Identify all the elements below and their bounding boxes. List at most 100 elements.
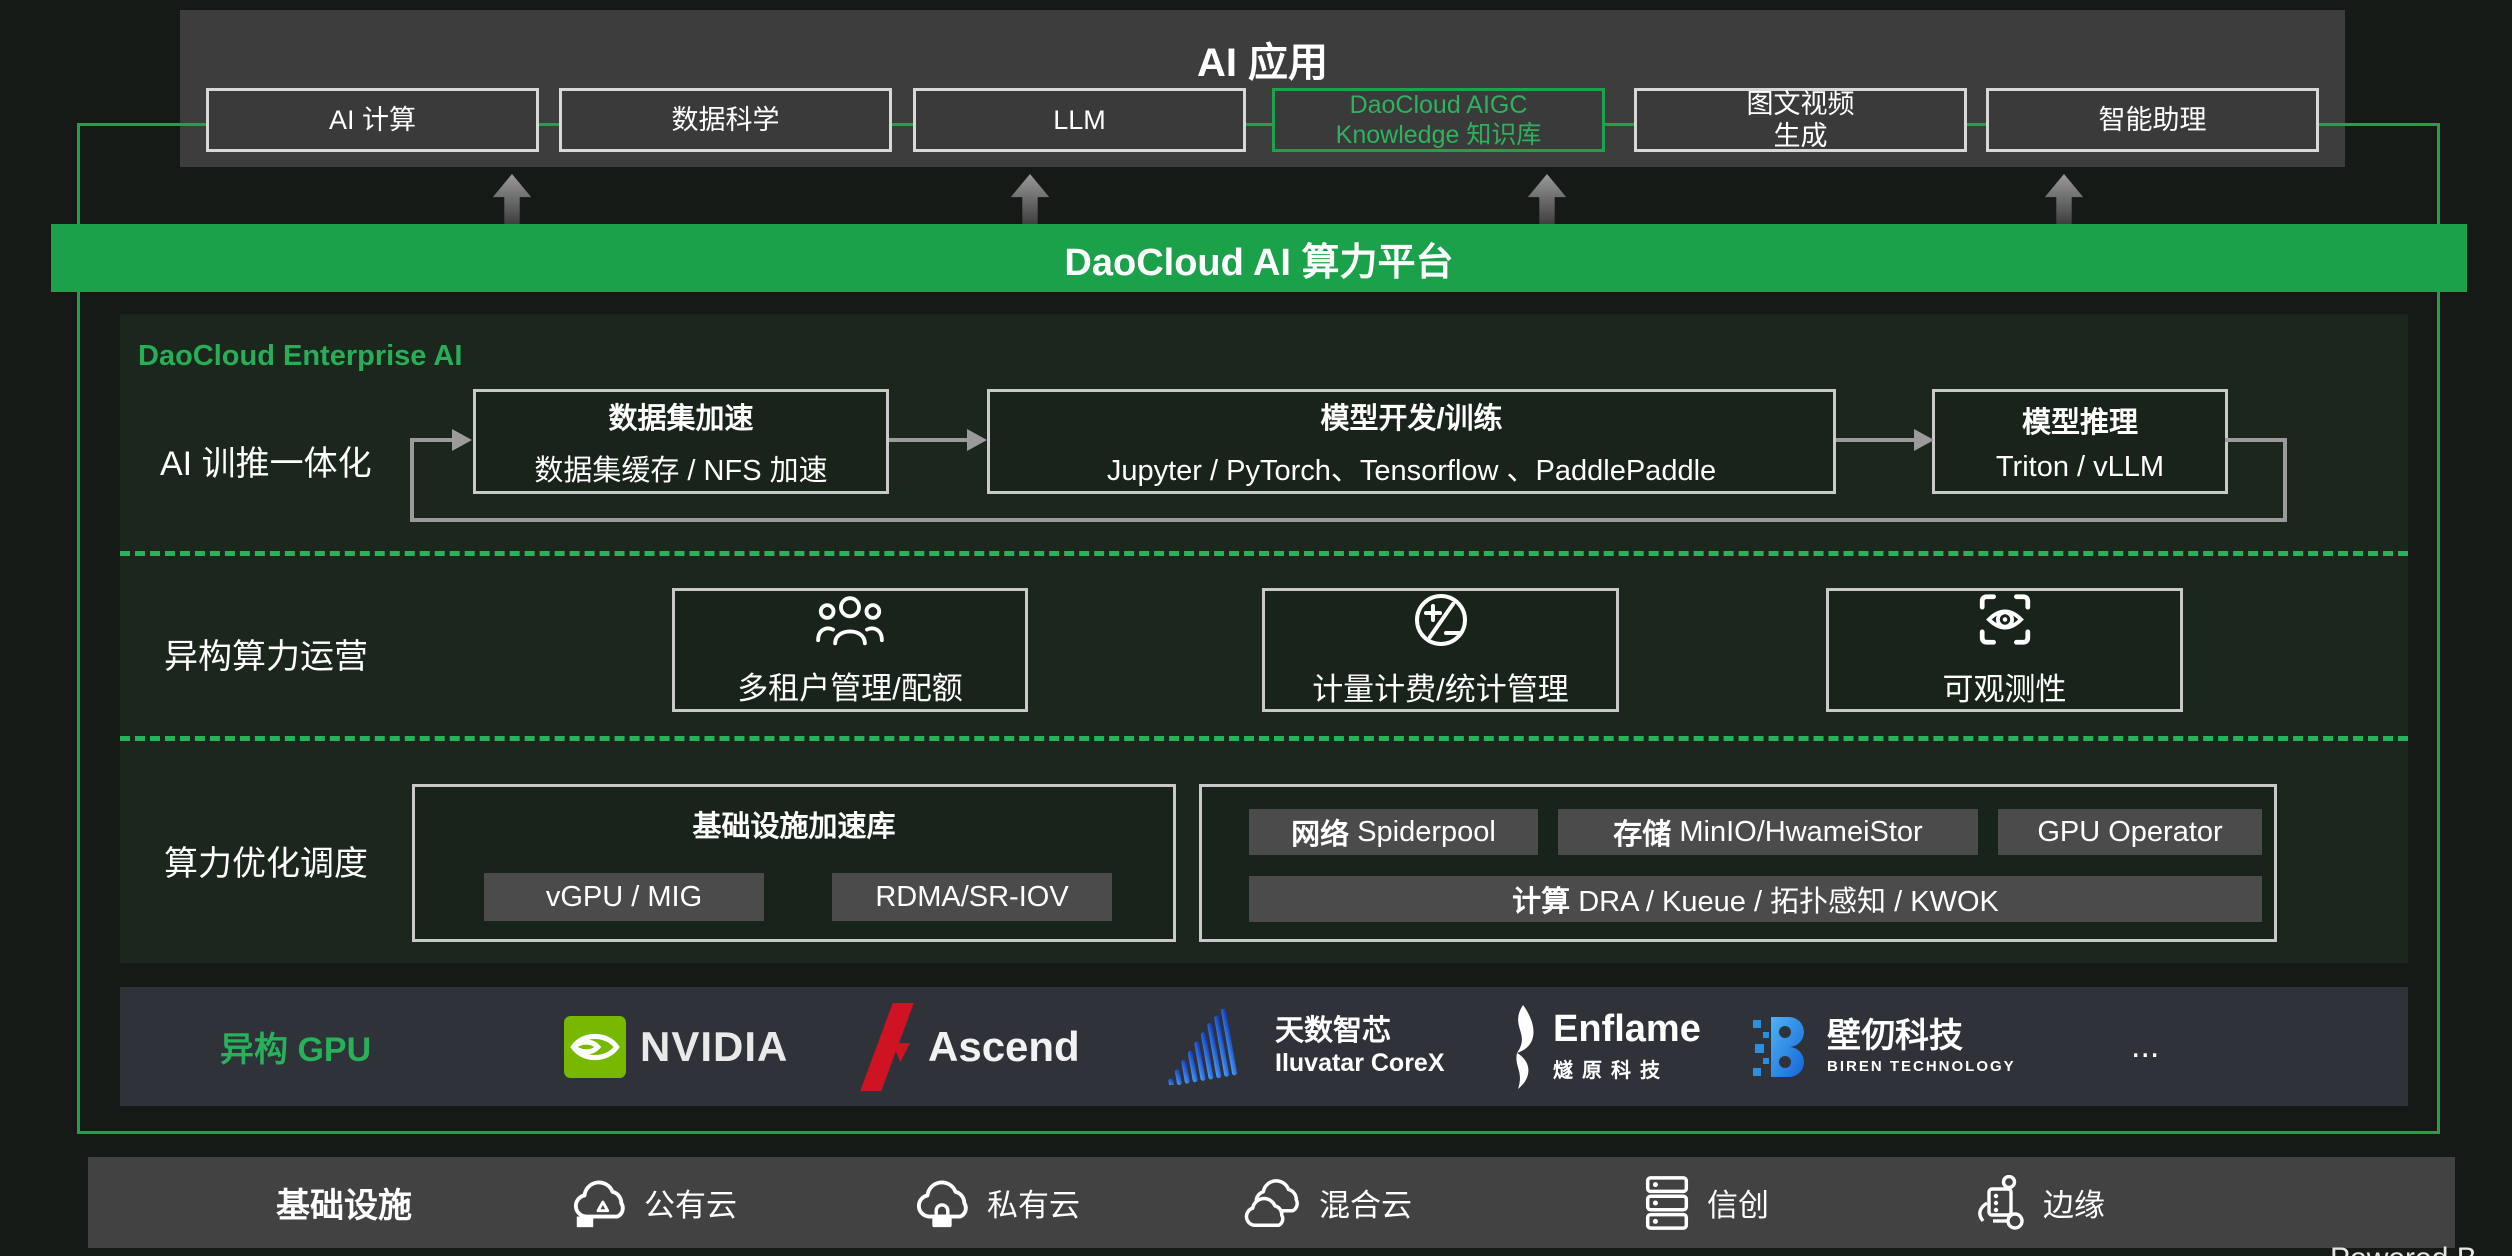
enterprise-panel: DaoCloud Enterprise AI AI 训推一体化 数据集加速 数据…: [120, 314, 2408, 963]
iluvatar-logo-icon: [1165, 1009, 1261, 1085]
chip-label: vGPU / MIG: [546, 881, 702, 914]
row-label-scheduling: 算力优化调度: [164, 836, 368, 885]
loop-line: [410, 438, 414, 522]
ai-apps-title: AI 应用: [180, 30, 2345, 88]
loop-line: [2225, 438, 2287, 442]
app-box-label: 智能助理: [2099, 104, 2207, 136]
vendor-biren: 壁仞科技 BIREN TECHNOLOGY: [1751, 987, 2016, 1106]
private-cloud-icon: [913, 1177, 971, 1229]
app-box-data-science: 数据科学: [559, 88, 892, 152]
enterprise-title: DaoCloud Enterprise AI: [138, 340, 462, 373]
box-title: 模型开发/训练: [1320, 395, 1502, 437]
arrow-up-icon: [2044, 174, 2084, 224]
infra-item-label: 混合云: [1319, 1180, 1412, 1225]
chip-vgpu-mig: vGPU / MIG: [484, 873, 764, 921]
arrow-up-icon: [492, 174, 532, 224]
chip-label: Spiderpool: [1349, 816, 1496, 849]
platform-banner: DaoCloud AI 算力平台: [51, 224, 2467, 292]
chip-label-bold: 计算: [1512, 878, 1570, 920]
app-box-image-video-gen: 图文视频 生成: [1634, 88, 1967, 152]
box-model-inference: 模型推理 Triton / vLLM: [1932, 389, 2228, 494]
box-subtitle: Triton / vLLM: [1996, 451, 2164, 484]
chip-compute-scheduling: 计算 DRA / Kueue / 拓扑感知 / KWOK: [1249, 876, 2262, 922]
group-infra-acceleration: 基础设施加速库 vGPU / MIG RDMA/SR-IOV: [412, 784, 1176, 942]
connector-line: [1836, 438, 1914, 442]
arrow-up-icon: [1527, 174, 1567, 224]
vendor-nvidia: NVIDIA: [564, 987, 788, 1106]
user-group-icon: [816, 593, 884, 647]
app-box-label: LLM: [1053, 104, 1106, 136]
loop-line: [410, 438, 454, 442]
box-label: 计量计费/统计管理: [1312, 664, 1569, 709]
vendor-name-cn: 壁仞科技: [1827, 1019, 2016, 1053]
row-label-compute-ops: 异构算力运营: [164, 629, 368, 678]
box-subtitle: 数据集缓存 / NFS 加速: [534, 447, 827, 489]
chip-gpu-operator: GPU Operator: [1998, 809, 2262, 855]
chip-label: DRA / Kueue / 拓扑感知 / KWOK: [1570, 878, 1999, 920]
daocloud-ai-architecture-diagram: AI 应用 AI 计算 数据科学 LLM DaoCloud AIGC Knowl…: [0, 0, 2512, 1256]
loop-line: [2283, 438, 2287, 522]
infra-item-hybrid-cloud: 混合云: [1243, 1157, 1412, 1248]
box-model-dev-training: 模型开发/训练 Jupyter / PyTorch、Tensorflow 、Pa…: [987, 389, 1836, 494]
box-label: 多租户管理/配额: [737, 663, 963, 708]
box-title: 模型推理: [2022, 399, 2138, 441]
box-multitenancy-quota: 多租户管理/配额: [672, 588, 1028, 712]
vendor-name-cn: 天数智芯: [1275, 1015, 1445, 1048]
vendor-enflame: Enflame 燧原科技: [1503, 987, 1701, 1106]
arrow-right-icon: [452, 429, 472, 451]
box-subtitle: Jupyter / PyTorch、Tensorflow 、PaddlePadd…: [1107, 447, 1716, 489]
nvidia-logo-icon: [564, 1016, 626, 1078]
enflame-logo-icon: [1503, 1005, 1539, 1089]
chip-rdma-sriov: RDMA/SR-IOV: [832, 873, 1112, 921]
edge-icon: [1971, 1175, 2027, 1231]
infra-item-edge: 边缘: [1971, 1157, 2105, 1248]
biren-logo-icon: [1751, 1014, 1813, 1080]
infra-item-xinchuang: 信创: [1643, 1157, 1769, 1248]
box-label: 可观测性: [1943, 664, 2067, 709]
hybrid-cloud-icon: [1243, 1177, 1303, 1229]
vendor-ascend: Ascend: [860, 987, 1080, 1106]
ascend-logo-icon: [860, 1003, 914, 1091]
server-stack-icon: [1643, 1175, 1691, 1231]
arrow-right-icon: [967, 429, 987, 451]
arrow-up-icon: [1010, 174, 1050, 224]
gpu-vendor-strip: 异构 GPU NVIDIA Ascend: [120, 987, 2408, 1106]
vendor-name-cn: 燧原科技: [1553, 1054, 1701, 1083]
vendor-name: Ascend: [928, 1023, 1080, 1071]
app-box-label-line1: DaoCloud AIGC: [1350, 90, 1528, 120]
gpu-strip-label: 异构 GPU: [220, 987, 371, 1106]
box-observability: 可观测性: [1826, 588, 2183, 712]
vendor-more-ellipsis: ...: [2131, 987, 2159, 1106]
vendor-iluvatar: 天数智芯 Iluvatar CoreX: [1165, 987, 1445, 1106]
chip-network-spiderpool: 网络 Spiderpool: [1249, 809, 1538, 855]
app-box-label: AI 计算: [329, 104, 416, 136]
chip-storage-minio: 存储 MinIO/HwameiStor: [1558, 809, 1978, 855]
infra-item-label: 私有云: [987, 1180, 1080, 1225]
box-title: 数据集加速: [608, 395, 753, 437]
box-metering-billing: 计量计费/统计管理: [1262, 588, 1619, 712]
dashed-divider: [120, 736, 2408, 741]
public-cloud-icon: [570, 1177, 628, 1229]
app-box-label-line2: Knowledge 知识库: [1336, 120, 1542, 150]
box-dataset-acceleration: 数据集加速 数据集缓存 / NFS 加速: [473, 389, 889, 494]
observability-eye-icon: [1975, 591, 2035, 648]
row-label-train-infer: AI 训推一体化: [160, 436, 372, 485]
vendor-name-en: BIREN TECHNOLOGY: [1827, 1058, 2016, 1075]
group-title: 基础设施加速库: [415, 803, 1173, 845]
app-box-label-line1: 图文视频: [1747, 88, 1855, 120]
infra-item-label: 边缘: [2043, 1180, 2105, 1225]
arrow-right-icon: [1914, 429, 1934, 451]
powered-by-partial: Powered B: [2330, 1242, 2477, 1256]
infra-item-label: 公有云: [644, 1180, 737, 1225]
app-box-aigc-knowledge: DaoCloud AIGC Knowledge 知识库: [1272, 88, 1605, 152]
connector-line: [889, 438, 967, 442]
app-box-label: 数据科学: [672, 104, 780, 136]
infra-item-public-cloud: 公有云: [570, 1157, 737, 1248]
infrastructure-bar: 基础设施 公有云 私有云 混合云: [88, 1157, 2455, 1248]
app-box-label-line2: 生成: [1774, 120, 1828, 152]
vendor-name: NVIDIA: [640, 1023, 788, 1071]
loop-line: [410, 518, 2287, 522]
infrastructure-label: 基础设施: [276, 1157, 412, 1248]
vendor-name: Enflame: [1553, 1010, 1701, 1048]
platform-banner-title: DaoCloud AI 算力平台: [1064, 231, 1453, 286]
